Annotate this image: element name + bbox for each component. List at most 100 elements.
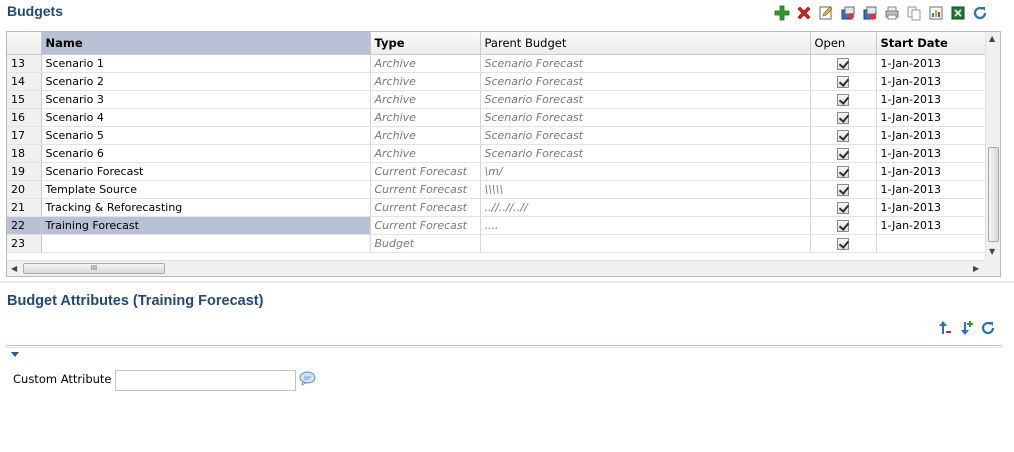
type-cell[interactable]: Archive — [370, 108, 481, 127]
attributes-refresh-icon[interactable] — [978, 319, 997, 337]
row-number-cell[interactable]: 19 — [7, 162, 42, 181]
open-cell[interactable] — [810, 72, 877, 91]
name-cell[interactable]: Scenario 5 — [41, 126, 371, 145]
parent-budget-cell[interactable]: \\\\\ — [480, 180, 811, 199]
table-row[interactable]: 20 Template Source Current Forecast \\\\\ 1-… — [7, 180, 986, 199]
horizontal-scroll-thumb[interactable]: III — [23, 263, 165, 274]
parent-budget-cell[interactable]: Scenario Forecast — [480, 54, 811, 73]
parent-budget-cell[interactable]: .... — [480, 216, 811, 235]
name-cell[interactable] — [41, 234, 371, 253]
row-number-cell[interactable]: 21 — [7, 198, 42, 217]
row-number-cell[interactable]: 22 — [7, 216, 42, 235]
open-checkbox[interactable] — [837, 201, 849, 214]
table-row[interactable]: 23 Budget — [7, 234, 986, 253]
row-number-cell[interactable]: 13 — [7, 54, 42, 73]
open-cell[interactable] — [810, 180, 877, 199]
scroll-up-icon[interactable]: ▲ — [989, 34, 995, 43]
name-cell[interactable]: Scenario 3 — [41, 90, 371, 109]
name-cell[interactable]: Training Forecast — [41, 216, 371, 235]
start-date-cell[interactable]: 1-Jan-2013 — [876, 180, 986, 199]
open-cell[interactable] — [810, 216, 877, 235]
open-checkbox[interactable] — [837, 111, 849, 124]
report-icon[interactable] — [926, 4, 945, 22]
edit-icon[interactable] — [816, 4, 835, 22]
refresh-icon[interactable] — [970, 4, 989, 22]
open-cell[interactable] — [810, 198, 877, 217]
name-cell[interactable]: Scenario Forecast — [41, 162, 371, 181]
parent-budget-cell[interactable]: Scenario Forecast — [480, 144, 811, 163]
table-row[interactable]: 15 Scenario 3 Archive Scenario Forecast 1-Ja… — [7, 90, 986, 109]
open-cell[interactable] — [810, 144, 877, 163]
open-checkbox[interactable] — [837, 165, 849, 178]
table-row[interactable]: 17 Scenario 5 Archive Scenario Forecast 1-Ja… — [7, 126, 986, 145]
table-row[interactable]: 13 Scenario 1 Archive Scenario Forecast 1-Ja… — [7, 54, 986, 73]
move-up-icon[interactable] — [934, 319, 953, 337]
copy-budget-icon[interactable] — [838, 4, 857, 22]
start-date-cell[interactable]: 1-Jan-2013 — [876, 54, 986, 73]
table-row[interactable]: 22 Training Forecast Current Forecast.... 1… — [7, 216, 986, 235]
name-cell[interactable]: Scenario 6 — [41, 144, 371, 163]
scroll-right-icon[interactable]: ▶ — [973, 264, 979, 273]
open-cell[interactable] — [810, 90, 877, 109]
type-cell[interactable]: Current Forecast — [370, 162, 481, 181]
open-checkbox[interactable] — [837, 129, 849, 142]
row-number-cell[interactable]: 17 — [7, 126, 42, 145]
type-cell[interactable]: Archive — [370, 144, 481, 163]
print-icon[interactable] — [882, 4, 901, 22]
add-attribute-icon[interactable] — [956, 319, 975, 337]
start-date-cell[interactable]: 1-Jan-2013 — [876, 108, 986, 127]
open-checkbox[interactable] — [837, 219, 849, 232]
column-header-open[interactable]: Open — [810, 32, 877, 55]
open-cell[interactable] — [810, 234, 877, 253]
row-number-cell[interactable]: 18 — [7, 144, 42, 163]
column-header-type[interactable]: Type — [370, 32, 481, 55]
parent-budget-cell[interactable] — [480, 234, 811, 253]
parent-budget-cell[interactable]: Scenario Forecast — [480, 126, 811, 145]
collapse-toggle-icon[interactable] — [11, 352, 19, 357]
delete-icon[interactable] — [794, 4, 813, 22]
start-date-cell[interactable]: 1-Jan-2013 — [876, 144, 986, 163]
row-number-cell[interactable]: 16 — [7, 108, 42, 127]
parent-budget-cell[interactable]: Scenario Forecast — [480, 90, 811, 109]
column-header-name[interactable]: Name — [41, 32, 371, 55]
open-cell[interactable] — [810, 54, 877, 73]
type-cell[interactable]: Archive — [370, 126, 481, 145]
paste-budget-icon[interactable] — [860, 4, 879, 22]
table-row[interactable]: 18 Scenario 6 Archive Scenario Forecast 1-Ja… — [7, 144, 986, 163]
row-number-cell[interactable]: 20 — [7, 180, 42, 199]
custom-attribute-input[interactable] — [115, 370, 296, 391]
parent-budget-cell[interactable]: \m/ — [480, 162, 811, 181]
horizontal-scrollbar[interactable]: ◀ III ▶ — [7, 260, 986, 276]
scroll-down-icon[interactable]: ▼ — [989, 247, 995, 256]
scroll-left-icon[interactable]: ◀ — [11, 264, 17, 273]
start-date-cell[interactable] — [876, 234, 986, 253]
type-cell[interactable]: Archive — [370, 54, 481, 73]
row-number-cell[interactable]: 15 — [7, 90, 42, 109]
open-cell[interactable] — [810, 126, 877, 145]
start-date-cell[interactable]: 1-Jan-2013 — [876, 126, 986, 145]
parent-budget-cell[interactable]: Scenario Forecast — [480, 72, 811, 91]
type-cell[interactable]: Archive — [370, 90, 481, 109]
name-cell[interactable]: Scenario 1 — [41, 54, 371, 73]
name-cell[interactable]: Template Source — [41, 180, 371, 199]
parent-budget-cell[interactable]: Scenario Forecast — [480, 108, 811, 127]
column-header-start-date[interactable]: Start Date — [876, 32, 986, 55]
open-cell[interactable] — [810, 162, 877, 181]
column-header-parent-budget[interactable]: Parent Budget — [480, 32, 811, 55]
type-cell[interactable]: Current Forecast — [370, 198, 481, 217]
parent-budget-cell[interactable]: ..//..//..// — [480, 198, 811, 217]
table-row[interactable]: 19 Scenario Forecast Current Forecast \m/1-… — [7, 162, 986, 181]
open-checkbox[interactable] — [837, 183, 849, 196]
open-checkbox[interactable] — [837, 57, 849, 70]
start-date-cell[interactable]: 1-Jan-2013 — [876, 198, 986, 217]
open-cell[interactable] — [810, 108, 877, 127]
start-date-cell[interactable]: 1-Jan-2013 — [876, 72, 986, 91]
type-cell[interactable]: Current Forecast — [370, 216, 481, 235]
table-row[interactable]: 16 Scenario 4 Archive Scenario Forecast 1-Ja… — [7, 108, 986, 127]
start-date-cell[interactable]: 1-Jan-2013 — [876, 90, 986, 109]
open-checkbox[interactable] — [837, 147, 849, 160]
add-icon[interactable] — [772, 4, 791, 22]
start-date-cell[interactable]: 1-Jan-2013 — [876, 216, 986, 235]
duplicate-icon[interactable] — [904, 4, 923, 22]
column-header-rownum[interactable] — [7, 32, 42, 55]
